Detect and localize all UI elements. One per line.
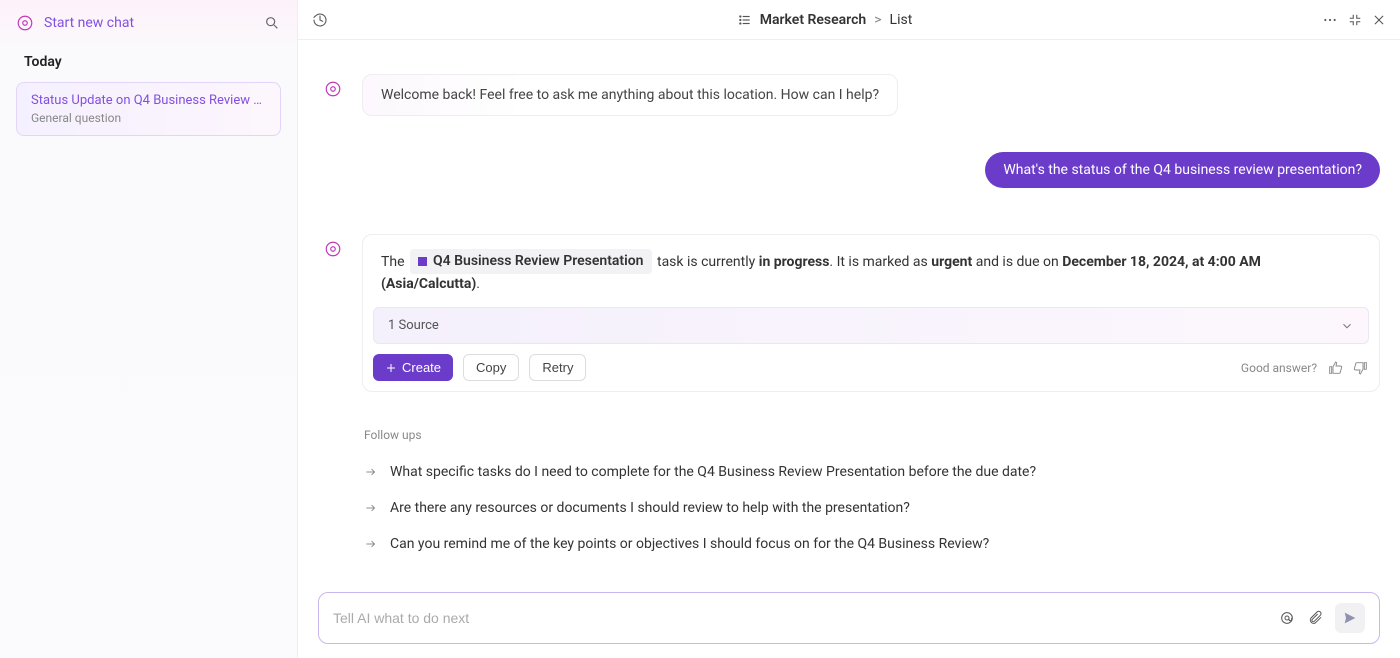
composer-box[interactable] bbox=[318, 592, 1380, 644]
answer-mid2: . It is marked as bbox=[829, 254, 927, 270]
task-chip[interactable]: Q4 Business Review Presentation bbox=[410, 249, 652, 274]
chevron-down-icon bbox=[1340, 319, 1354, 333]
create-label: Create bbox=[402, 360, 441, 375]
breadcrumb: Market Research > List bbox=[340, 12, 1310, 28]
followups-label: Follow ups bbox=[364, 428, 1380, 442]
assistant-answer-row: The Q4 Business Review Presentation task… bbox=[318, 234, 1380, 392]
arrow-right-icon bbox=[364, 501, 378, 515]
search-icon[interactable] bbox=[263, 14, 281, 32]
assistant-avatar bbox=[318, 74, 348, 116]
attachment-icon[interactable] bbox=[1307, 610, 1323, 626]
collapse-icon[interactable] bbox=[1348, 13, 1362, 27]
list-icon bbox=[738, 13, 752, 27]
sidebar: Start new chat Today Status Update on Q4… bbox=[0, 0, 298, 658]
chat-item-title: Status Update on Q4 Business Review P... bbox=[31, 93, 266, 108]
assistant-avatar bbox=[318, 234, 348, 392]
answer-mid3: and is due on bbox=[976, 254, 1059, 270]
plus-icon bbox=[385, 362, 397, 374]
followup-text: Are there any resources or documents I s… bbox=[390, 500, 910, 516]
followup-item[interactable]: Can you remind me of the key points or o… bbox=[364, 526, 1380, 562]
history-icon[interactable] bbox=[312, 12, 328, 28]
followup-item[interactable]: What specific tasks do I need to complet… bbox=[364, 454, 1380, 490]
retry-button[interactable]: Retry bbox=[529, 354, 586, 381]
main-panel: Market Research > List Welcome back! Fee… bbox=[298, 0, 1400, 658]
breadcrumb-leaf[interactable]: List bbox=[890, 12, 913, 28]
create-button[interactable]: Create bbox=[373, 354, 453, 381]
task-chip-label: Q4 Business Review Presentation bbox=[433, 251, 644, 272]
answer-card: The Q4 Business Review Presentation task… bbox=[362, 234, 1380, 392]
welcome-message: Welcome back! Feel free to ask me anythi… bbox=[362, 74, 898, 116]
close-icon[interactable] bbox=[1372, 13, 1386, 27]
send-button[interactable] bbox=[1335, 603, 1365, 633]
ai-logo-icon bbox=[16, 14, 34, 32]
user-message-row: What's the status of the Q4 business rev… bbox=[318, 152, 1380, 188]
today-section-label: Today bbox=[0, 46, 297, 78]
answer-actions: Create Copy Retry Good answer? bbox=[363, 344, 1379, 391]
mention-icon[interactable] bbox=[1279, 610, 1295, 626]
answer-status-inprogress: in progress bbox=[759, 254, 830, 270]
arrow-right-icon bbox=[364, 537, 378, 551]
composer bbox=[298, 580, 1400, 658]
answer-status-urgent: urgent bbox=[931, 254, 972, 270]
copy-button[interactable]: Copy bbox=[463, 354, 519, 381]
answer-mid1: task is currently bbox=[657, 254, 755, 270]
arrow-right-icon bbox=[364, 465, 378, 479]
answer-tail: . bbox=[476, 276, 480, 292]
source-count: 1 Source bbox=[388, 318, 439, 333]
answer-pre: The bbox=[381, 254, 405, 270]
followup-text: What specific tasks do I need to complet… bbox=[390, 464, 1036, 480]
conversation-area: Welcome back! Feel free to ask me anythi… bbox=[298, 40, 1400, 580]
user-message: What's the status of the Q4 business rev… bbox=[985, 152, 1380, 188]
sidebar-header: Start new chat bbox=[0, 0, 297, 46]
task-status-square-icon bbox=[418, 257, 427, 266]
topbar-actions bbox=[1322, 12, 1386, 28]
followup-text: Can you remind me of the key points or o… bbox=[390, 536, 989, 552]
assistant-message: Welcome back! Feel free to ask me anythi… bbox=[318, 74, 1380, 116]
answer-text: The Q4 Business Review Presentation task… bbox=[363, 235, 1379, 307]
thumbs-down-icon[interactable] bbox=[1353, 360, 1369, 376]
feedback-label: Good answer? bbox=[1241, 361, 1317, 375]
thumbs-up-icon[interactable] bbox=[1327, 360, 1343, 376]
breadcrumb-root[interactable]: Market Research bbox=[760, 12, 866, 28]
breadcrumb-separator: > bbox=[874, 12, 881, 28]
chat-history-item[interactable]: Status Update on Q4 Business Review P...… bbox=[16, 82, 281, 136]
more-icon[interactable] bbox=[1322, 12, 1338, 28]
composer-input[interactable] bbox=[333, 610, 1267, 626]
followup-item[interactable]: Are there any resources or documents I s… bbox=[364, 490, 1380, 526]
topbar: Market Research > List bbox=[298, 0, 1400, 40]
source-toggle[interactable]: 1 Source bbox=[373, 307, 1369, 344]
chat-item-subtitle: General question bbox=[31, 111, 266, 125]
start-new-chat-button[interactable]: Start new chat bbox=[44, 15, 253, 31]
